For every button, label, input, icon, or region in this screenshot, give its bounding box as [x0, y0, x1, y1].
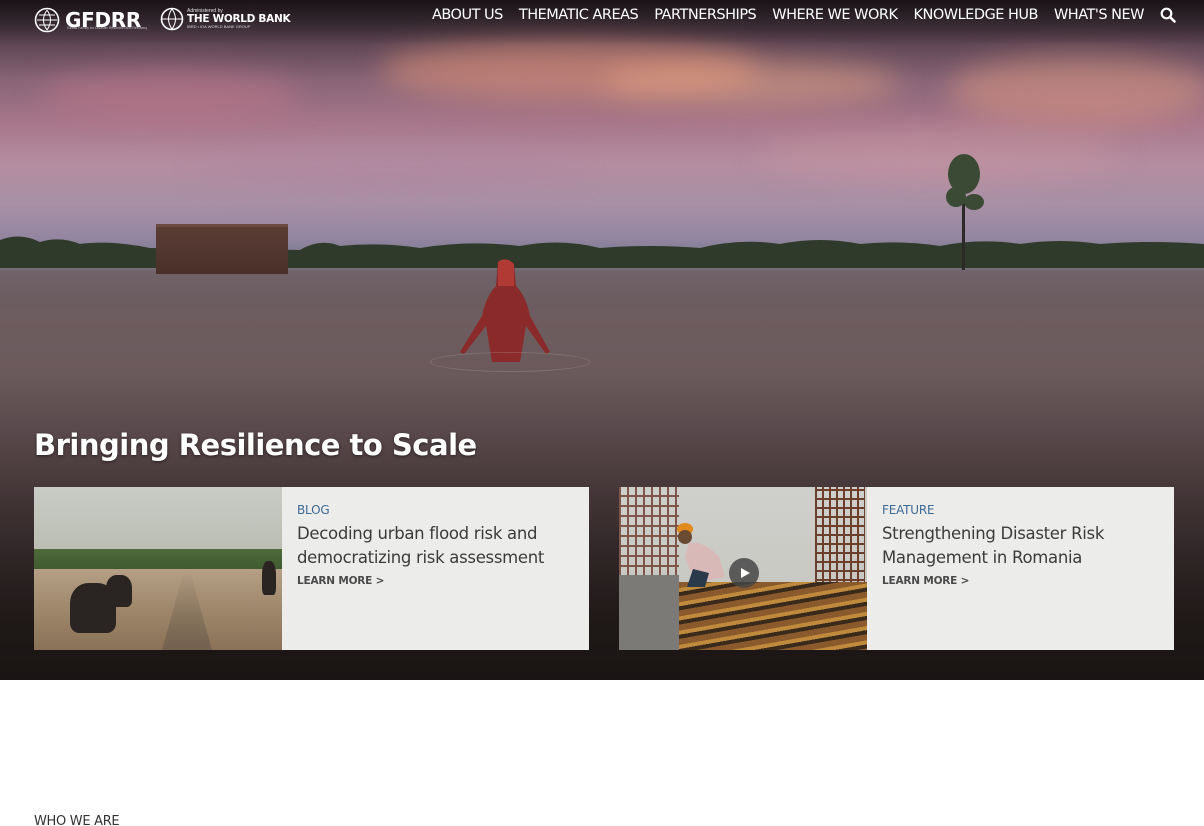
image-sky: [34, 487, 282, 557]
image-pedestrian: [262, 561, 276, 595]
card-image-flooded-street[interactable]: [34, 487, 282, 650]
nav-partnerships[interactable]: PARTNERSHIPS: [654, 7, 757, 23]
sky-cloud: [950, 55, 1204, 125]
administered-by-label: Administered by: [187, 8, 223, 15]
learn-more-link[interactable]: LEARN MORE >: [882, 575, 1152, 587]
card-title[interactable]: Decoding urban flood risk and democratiz…: [297, 522, 567, 570]
featured-card-feature[interactable]: FEATURE Strengthening Disaster Risk Mana…: [619, 487, 1174, 650]
featured-card-blog[interactable]: BLOG Decoding urban flood risk and democ…: [34, 487, 589, 650]
sky-cloud: [600, 60, 900, 105]
card-image-construction-worker[interactable]: [619, 487, 867, 650]
water-shine: [0, 268, 1204, 308]
water-ripple: [430, 352, 590, 372]
image-concrete-block: [619, 575, 679, 650]
nav-about-us[interactable]: ABOUT US: [432, 7, 503, 23]
image-trees: [34, 549, 282, 571]
woman-wading: [460, 259, 550, 362]
lone-tree: [946, 154, 984, 270]
nav-thematic-areas[interactable]: THEMATIC AREAS: [519, 7, 639, 23]
world-bank-group-label: IBRD • IDA WORLD BANK GROUP: [187, 23, 251, 29]
sky-cloud: [40, 70, 300, 120]
logo-subtitle: Global Facility for Disaster Reduction a…: [67, 26, 148, 30]
learn-more-link[interactable]: LEARN MORE >: [297, 575, 567, 587]
world-bank-logo[interactable]: Administered by THE WORLD BANK IBRD • ID…: [160, 7, 291, 31]
nav-whats-new[interactable]: WHAT'S NEW: [1054, 7, 1145, 23]
card-category[interactable]: BLOG: [297, 503, 567, 517]
card-category[interactable]: FEATURE: [882, 503, 1152, 517]
card-title[interactable]: Strengthening Disaster Risk Management i…: [882, 522, 1152, 570]
world-bank-globe-icon: [160, 7, 184, 31]
nav-knowledge-hub[interactable]: KNOWLEDGE HUB: [913, 7, 1038, 23]
image-wood-planks: [679, 582, 867, 650]
flooded-hut: [156, 224, 288, 274]
nav-where-we-work[interactable]: WHERE WE WORK: [772, 7, 898, 23]
section-label-who-we-are: WHO WE ARE: [34, 814, 120, 826]
main-nav: ABOUT US THEMATIC AREAS PARTNERSHIPS WHE…: [416, 7, 1176, 23]
image-motorcyclist: [106, 575, 132, 607]
hero-title: Bringing Resilience to Scale: [34, 428, 477, 462]
sky-cloud: [200, 150, 580, 190]
search-icon[interactable]: [1160, 7, 1176, 23]
play-video-button[interactable]: [729, 558, 759, 588]
image-worker: [677, 523, 725, 587]
gfdrr-logo[interactable]: GFDRR Global Facility for Disaster Reduc…: [34, 6, 147, 34]
globe-icon: [34, 7, 60, 33]
